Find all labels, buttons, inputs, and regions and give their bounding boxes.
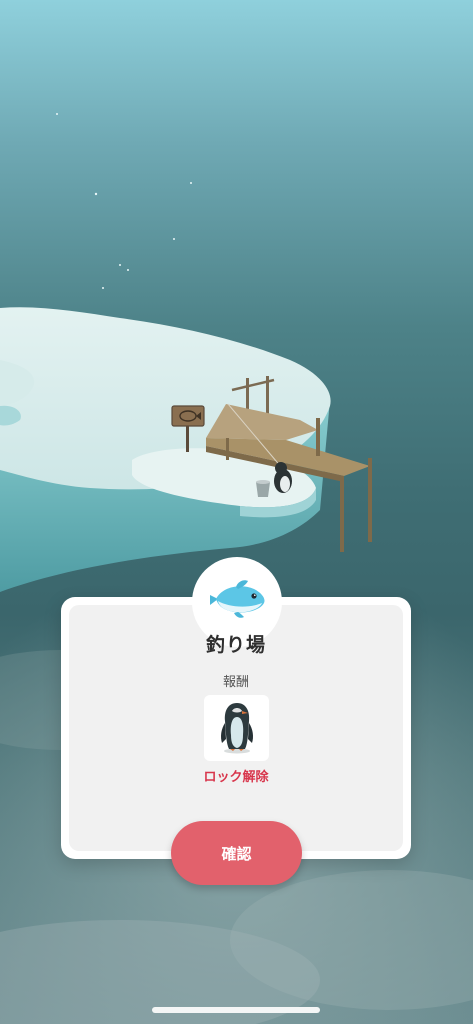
unlock-label: ロック解除: [203, 770, 269, 785]
penguin-icon: [221, 703, 253, 754]
dialog-title: 釣り場: [205, 634, 266, 656]
bucket: [256, 480, 270, 497]
home-indicator[interactable]: [152, 1007, 320, 1013]
fish-icon: [210, 580, 265, 618]
game-scene: 釣り場 報酬 ロック解除 確認: [0, 0, 473, 1024]
reward-tile: [204, 695, 269, 761]
reward-label: 報酬: [222, 675, 249, 690]
confirm-button[interactable]: 確認: [171, 821, 302, 885]
